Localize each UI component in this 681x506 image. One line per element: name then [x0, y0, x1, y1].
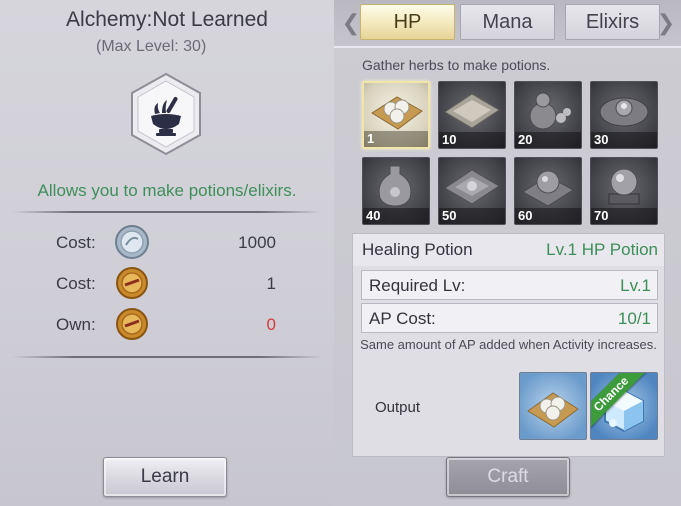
herb-pills-icon [371, 96, 423, 130]
mortar-pestle-icon[interactable] [129, 72, 203, 156]
slot-level: 10 [439, 132, 505, 148]
recipe-name: Healing Potion [362, 240, 473, 259]
powder-cloth-icon [444, 93, 500, 129]
recipe-slot-10[interactable]: 10 [438, 81, 506, 149]
recipe-slot-50[interactable]: 50 [438, 157, 506, 225]
slot-level: 60 [515, 208, 581, 224]
medal-cost-value: 1 [266, 274, 276, 293]
own-label: Own: [56, 315, 96, 334]
slot-level: 50 [439, 208, 505, 224]
skill-title: Alchemy:Not Learned [66, 8, 268, 31]
recipe-slot-40[interactable]: 40 [362, 157, 430, 225]
recipe-slot-60[interactable]: 60 [514, 157, 582, 225]
slot-level: 1 [364, 131, 428, 147]
tab-bar: ❮ HP Mana Elixirs ❯ [334, 0, 681, 48]
skill-max-level: (Max Level: 30) [96, 38, 207, 55]
required-level-row: Required Lv: Lv.1 [361, 270, 658, 300]
recipe-panel: ❮ HP Mana Elixirs ❯ Gather herbs to make… [334, 0, 681, 506]
output-slot-bonus[interactable]: Chance [590, 372, 658, 440]
ap-cost-row: AP Cost: 10/1 [361, 303, 658, 333]
craft-button[interactable]: Craft [446, 457, 570, 497]
gold-medal-icon [116, 308, 148, 340]
tab-mana[interactable]: Mana [460, 4, 555, 40]
recipe-slot-1[interactable]: 1 [362, 81, 430, 149]
ap-cost-label: AP Cost: [369, 309, 436, 328]
tab-elixirs[interactable]: Elixirs [565, 4, 660, 40]
slot-level: 30 [591, 132, 657, 148]
medal-cost-label: Cost: [56, 274, 96, 293]
skill-panel: Alchemy:Not Learned (Max Level: 30) Allo… [0, 0, 334, 506]
silver-coin-icon [115, 225, 149, 259]
skill-description: Allows you to make potions/elixirs. [37, 181, 297, 200]
required-level-label: Required Lv: [369, 276, 466, 295]
slot-level: 40 [363, 208, 429, 224]
recipe-type: Lv.1 HP Potion [546, 240, 658, 259]
output-slot-potion[interactable] [519, 372, 587, 440]
herb-pills-icon [527, 392, 579, 428]
tab-hp[interactable]: HP [360, 4, 455, 40]
silver-cost-value: 1000 [238, 233, 276, 252]
gourd-bottle-icon [529, 92, 571, 130]
flask-cloth-icon [444, 169, 500, 205]
gold-medal-icon [116, 267, 148, 299]
vase-icon [378, 165, 412, 207]
divider [12, 356, 322, 358]
ap-note: Same amount of AP added when Activity in… [360, 337, 657, 352]
recipe-slot-30[interactable]: 30 [590, 81, 658, 149]
divider [12, 211, 322, 213]
recipe-hint: Gather herbs to make potions. [362, 57, 551, 73]
own-value: 0 [266, 315, 276, 334]
learn-button[interactable]: Learn [103, 457, 227, 497]
pill-pouch-icon [599, 97, 649, 127]
recipe-slot-20[interactable]: 20 [514, 81, 582, 149]
crystal-stand-icon [608, 168, 640, 205]
detail-header: Healing Potion Lv.1 HP Potion [353, 234, 664, 266]
output-label: Output [375, 399, 421, 416]
slot-level: 20 [515, 132, 581, 148]
orb-cloth-icon [522, 170, 574, 207]
ap-cost-value: 10/1 [617, 309, 651, 328]
recipe-slot-70[interactable]: 70 [590, 157, 658, 225]
cost-label: Cost: [56, 233, 96, 252]
required-level-value: Lv.1 [620, 276, 651, 295]
chevron-left-icon[interactable]: ❮ [340, 8, 362, 38]
slot-level: 70 [591, 208, 657, 224]
chevron-right-icon[interactable]: ❯ [655, 8, 677, 38]
recipe-detail: Healing Potion Lv.1 HP Potion Required L… [352, 233, 665, 457]
